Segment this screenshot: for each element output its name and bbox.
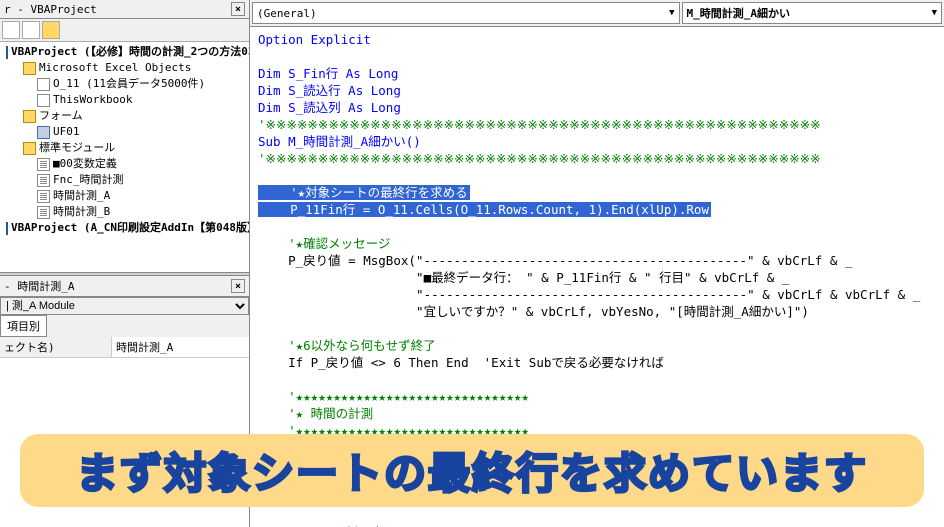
tree-excel-objects[interactable]: Microsoft Excel Objects [2,60,247,76]
code-line: '※※※※※※※※※※※※※※※※※※※※※※※※※※※※※※※※※※※※※※※… [258,116,936,133]
code-line: "宜しいですか？" & vbCrLf, vbYesNo, "[時間計測_A細かい… [258,303,936,320]
code-line: Dim S_読込列 As Long [258,99,936,116]
code-line [258,371,936,388]
chevron-down-icon: ▼ [669,8,674,18]
property-value[interactable]: 時間計測_A [112,337,249,357]
object-dropdown[interactable]: (General)▼ [252,2,680,24]
code-line [258,167,936,184]
code-line-highlighted: P_11Fin行 = O_11.Cells(O_11.Rows.Count, 1… [258,201,936,218]
code-line: Dim S_読込行 As Long [258,82,936,99]
tree-root[interactable]: VBAProject (【必修】時間の計測_2つの方法03.xlsm [2,44,247,60]
view-code-icon[interactable] [2,21,20,39]
code-line: Sub M_時間計測_A細かい() [258,133,936,150]
tree-thisworkbook[interactable]: ThisWorkbook [2,92,247,108]
code-line: "---------------------------------------… [258,286,936,303]
properties-object-select[interactable]: | 測_A Module [0,297,249,315]
code-line: '★6以外なら何もせず終了 [258,337,936,354]
code-line-highlighted: '★対象シートの最終行を求める [258,184,936,201]
code-line [258,48,936,65]
code-line: '★ 時間の計測 [258,405,936,422]
code-line: '※※※※※※※※※※※※※※※※※※※※※※※※※※※※※※※※※※※※※※※… [258,150,936,167]
tree-module-fnc[interactable]: Fnc_時間計測 [2,172,247,188]
code-line: "■最終データ行： " & P_11Fin行 & " 行目" & vbCrLf … [258,269,936,286]
code-line [258,507,936,524]
property-row[interactable]: ェクト名) 時間計測_A [0,337,249,358]
close-icon[interactable]: × [231,2,245,16]
tree-module-b[interactable]: 時間計測_B [2,204,247,220]
properties-grid: ェクト名) 時間計測_A [0,337,249,358]
project-panel-title: r - VBAProject [4,3,97,16]
chevron-down-icon: ▼ [932,8,937,18]
properties-panel-header: - 時間計測_A × [0,276,249,297]
property-key: ェクト名) [0,337,112,357]
code-dropdown-row: (General)▼ M_時間計測_A細かい▼ [250,0,944,27]
properties-tabs: 項目別 [0,315,249,337]
project-toolbar [0,19,249,42]
code-line [258,218,936,235]
close-icon[interactable]: × [231,279,245,293]
code-line: '★確認メッセージ [258,235,936,252]
caption-overlay: まず対象シートの最終行を求めています [20,434,924,507]
code-line: Dim S_Fin行 As Long [258,65,936,82]
project-panel-header: r - VBAProject × [0,0,249,19]
properties-panel-title: - 時間計測_A [4,278,75,294]
tree-module-a[interactable]: 時間計測_A [2,188,247,204]
tree-module-vars[interactable]: ■00変数定義 [2,156,247,172]
tree-form-uf01[interactable]: UF01 [2,124,247,140]
code-line: If P_戻り値 <> 6 Then End 'Exit Subで戻る必要なけれ… [258,354,936,371]
properties-panel: | 測_A Module 項目別 ェクト名) 時間計測_A [0,297,249,377]
properties-tab-categorized[interactable]: 項目別 [0,315,47,337]
code-line [258,320,936,337]
project-tree[interactable]: VBAProject (【必修】時間の計測_2つの方法03.xlsm Micro… [0,42,249,272]
code-line: '★★★★★★★★★★★★★★★★★★★★★★★★★★★★★★★ [258,388,936,405]
tree-root-addin[interactable]: VBAProject (A_CN印刷設定AddIn【第048版】_UF [2,220,247,236]
caption-text: まず対象シートの最終行を求めています [76,440,868,501]
view-object-icon[interactable] [22,21,40,39]
tree-forms-folder[interactable]: フォーム [2,108,247,124]
tree-sheet-o11[interactable]: O_11 (11会員データ5000件) [2,76,247,92]
code-line: Option Explicit [258,31,936,48]
toggle-folders-icon[interactable] [42,21,60,39]
procedure-dropdown[interactable]: M_時間計測_A細かい▼ [682,2,943,24]
code-line: P_戻り値 = MsgBox("------------------------… [258,252,936,269]
tree-modules-folder[interactable]: 標準モジュール [2,140,247,156]
